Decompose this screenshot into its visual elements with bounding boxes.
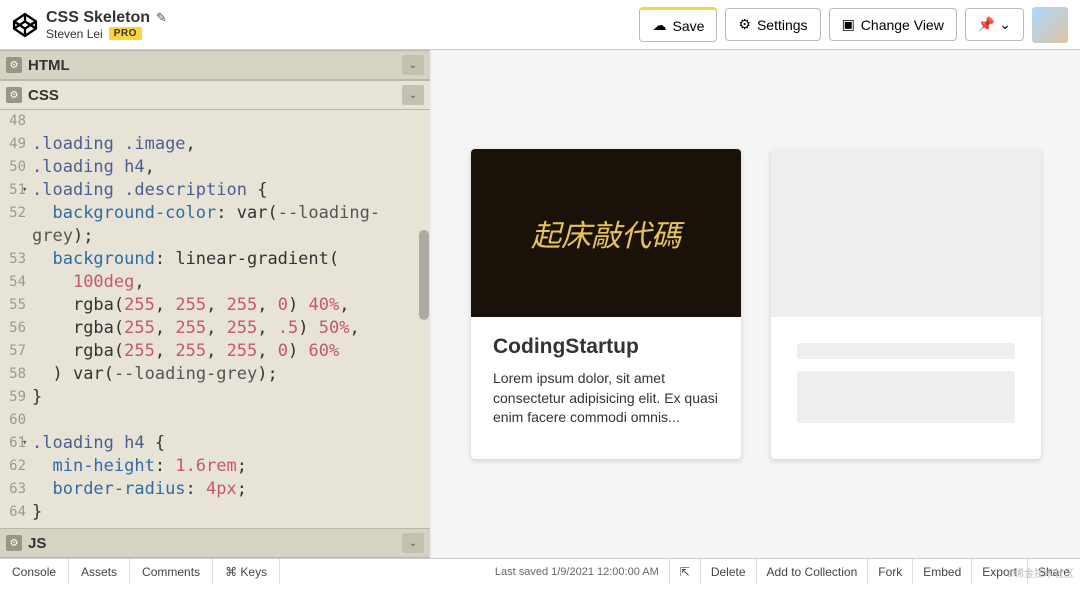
line-number: 51▾ (0, 179, 32, 202)
code-line[interactable]: 65 (0, 524, 430, 528)
code-line[interactable]: 49.loading .image, (0, 133, 430, 156)
code-line[interactable]: 55 rgba(255, 255, 255, 0) 40%, (0, 294, 430, 317)
line-number: 54 (0, 271, 32, 294)
code-line[interactable]: 56 rgba(255, 255, 255, .5) 50%, (0, 317, 430, 340)
skeleton-image (771, 149, 1041, 317)
edit-title-icon[interactable]: ✎ (156, 10, 167, 26)
line-number: 55 (0, 294, 32, 317)
line-number: 62 (0, 455, 32, 478)
layout-icon: ▣ (842, 16, 855, 33)
title-group: CSS Skeleton ✎ Steven Lei PRO (46, 9, 167, 41)
footer-action[interactable]: Delete (700, 559, 756, 584)
line-number: 64 (0, 501, 32, 524)
gear-icon[interactable]: ⚙ (6, 535, 22, 551)
editor-column: ⚙ HTML ⌄ ⚙ CSS ⌄ 4849.loading .image,50.… (0, 50, 432, 558)
code-line[interactable]: 62 min-height: 1.6rem; (0, 455, 430, 478)
code-line[interactable]: grey); (0, 225, 430, 248)
codepen-logo-icon[interactable] (12, 12, 38, 38)
gear-icon[interactable]: ⚙ (6, 57, 22, 73)
pin-icon: 📌 (978, 16, 995, 33)
line-number: 63 (0, 478, 32, 501)
gear-icon[interactable]: ⚙ (6, 87, 22, 103)
author-name[interactable]: Steven Lei (46, 27, 103, 41)
pen-title[interactable]: CSS Skeleton (46, 9, 150, 27)
code-line[interactable]: 51▾.loading .description { (0, 179, 430, 202)
settings-button[interactable]: ⚙ Settings (725, 8, 820, 41)
last-saved: Last saved 1/9/2021 12:00:00 AM (485, 566, 669, 578)
chevron-down-icon[interactable]: ⌄ (402, 55, 424, 75)
skeleton-title (797, 343, 1015, 359)
avatar[interactable] (1032, 7, 1068, 43)
line-number: 59 (0, 386, 32, 409)
code-editor[interactable]: 4849.loading .image,50.loading h4,51▾.lo… (0, 110, 430, 528)
footer-action[interactable]: Fork (867, 559, 912, 584)
line-number: 58 (0, 363, 32, 386)
line-number: 50 (0, 156, 32, 179)
footer-action[interactable]: Add to Collection (756, 559, 868, 584)
fold-icon[interactable]: ▾ (22, 179, 27, 202)
preview-card-skeleton (771, 149, 1041, 459)
panel-header-css[interactable]: ⚙ CSS ⌄ (0, 80, 430, 110)
code-line[interactable]: 53 background: linear-gradient( (0, 248, 430, 271)
chevron-down-icon[interactable]: ⌄ (402, 533, 424, 553)
code-line[interactable]: 52 background-color: var(--loading- (0, 202, 430, 225)
footer-tab[interactable]: Console (0, 559, 69, 584)
line-number: 52 (0, 202, 32, 225)
pin-dropdown-button[interactable]: 📌 ⌄ (965, 8, 1024, 41)
footer-tab[interactable]: Assets (69, 559, 130, 584)
pro-badge: PRO (109, 27, 142, 40)
code-line[interactable]: 50.loading h4, (0, 156, 430, 179)
scrollbar[interactable] (417, 110, 429, 528)
footer-tab[interactable]: ⌘ Keys (213, 559, 280, 584)
line-number: 60 (0, 409, 32, 432)
footer-tab[interactable]: Comments (130, 559, 213, 584)
chevron-down-icon: ⌄ (999, 16, 1011, 33)
code-line[interactable]: 57 rgba(255, 255, 255, 0) 60% (0, 340, 430, 363)
footer: ConsoleAssetsComments⌘ Keys Last saved 1… (0, 558, 1080, 584)
preview-card-loaded: 起床敲代碼 CodingStartup Lorem ipsum dolor, s… (471, 149, 741, 459)
watermark: ©稀金技术社区 (1007, 565, 1074, 580)
code-line[interactable]: 59} (0, 386, 430, 409)
code-line[interactable]: 63 border-radius: 4px; (0, 478, 430, 501)
card-description: Lorem ipsum dolor, sit amet consectetur … (493, 369, 719, 428)
code-line[interactable]: 61▾.loading h4 { (0, 432, 430, 455)
line-number: 57 (0, 340, 32, 363)
card-image: 起床敲代碼 (471, 149, 741, 317)
skeleton-text (797, 371, 1015, 423)
cloud-icon: ☁ (652, 17, 666, 34)
save-button[interactable]: ☁ Save (639, 7, 717, 42)
code-line[interactable]: 60 (0, 409, 430, 432)
card-title: CodingStartup (493, 335, 719, 359)
scrollbar-thumb[interactable] (419, 230, 429, 320)
main: ⚙ HTML ⌄ ⚙ CSS ⌄ 4849.loading .image,50.… (0, 50, 1080, 558)
line-number: 48 (0, 110, 32, 133)
footer-action[interactable]: Embed (912, 559, 971, 584)
panel-header-html[interactable]: ⚙ HTML ⌄ (0, 50, 430, 80)
topbar: CSS Skeleton ✎ Steven Lei PRO ☁ Save ⚙ S… (0, 0, 1080, 50)
external-icon: ⇱ (680, 565, 690, 579)
chevron-down-icon[interactable]: ⌄ (402, 85, 424, 105)
change-view-button[interactable]: ▣ Change View (829, 8, 957, 41)
line-number: 53 (0, 248, 32, 271)
fold-icon[interactable]: ▾ (22, 432, 27, 455)
line-number: 49 (0, 133, 32, 156)
line-number: 56 (0, 317, 32, 340)
line-number (0, 225, 32, 248)
gear-icon: ⚙ (738, 16, 751, 33)
share-icon-button[interactable]: ⇱ (669, 559, 700, 584)
code-line[interactable]: 58 ) var(--loading-grey); (0, 363, 430, 386)
panel-header-js[interactable]: ⚙ JS ⌄ (0, 528, 430, 558)
line-number: 65 (0, 524, 32, 528)
line-number: 61▾ (0, 432, 32, 455)
code-line[interactable]: 48 (0, 110, 430, 133)
preview-pane: 起床敲代碼 CodingStartup Lorem ipsum dolor, s… (432, 50, 1080, 558)
code-line[interactable]: 54 100deg, (0, 271, 430, 294)
code-line[interactable]: 64} (0, 501, 430, 524)
